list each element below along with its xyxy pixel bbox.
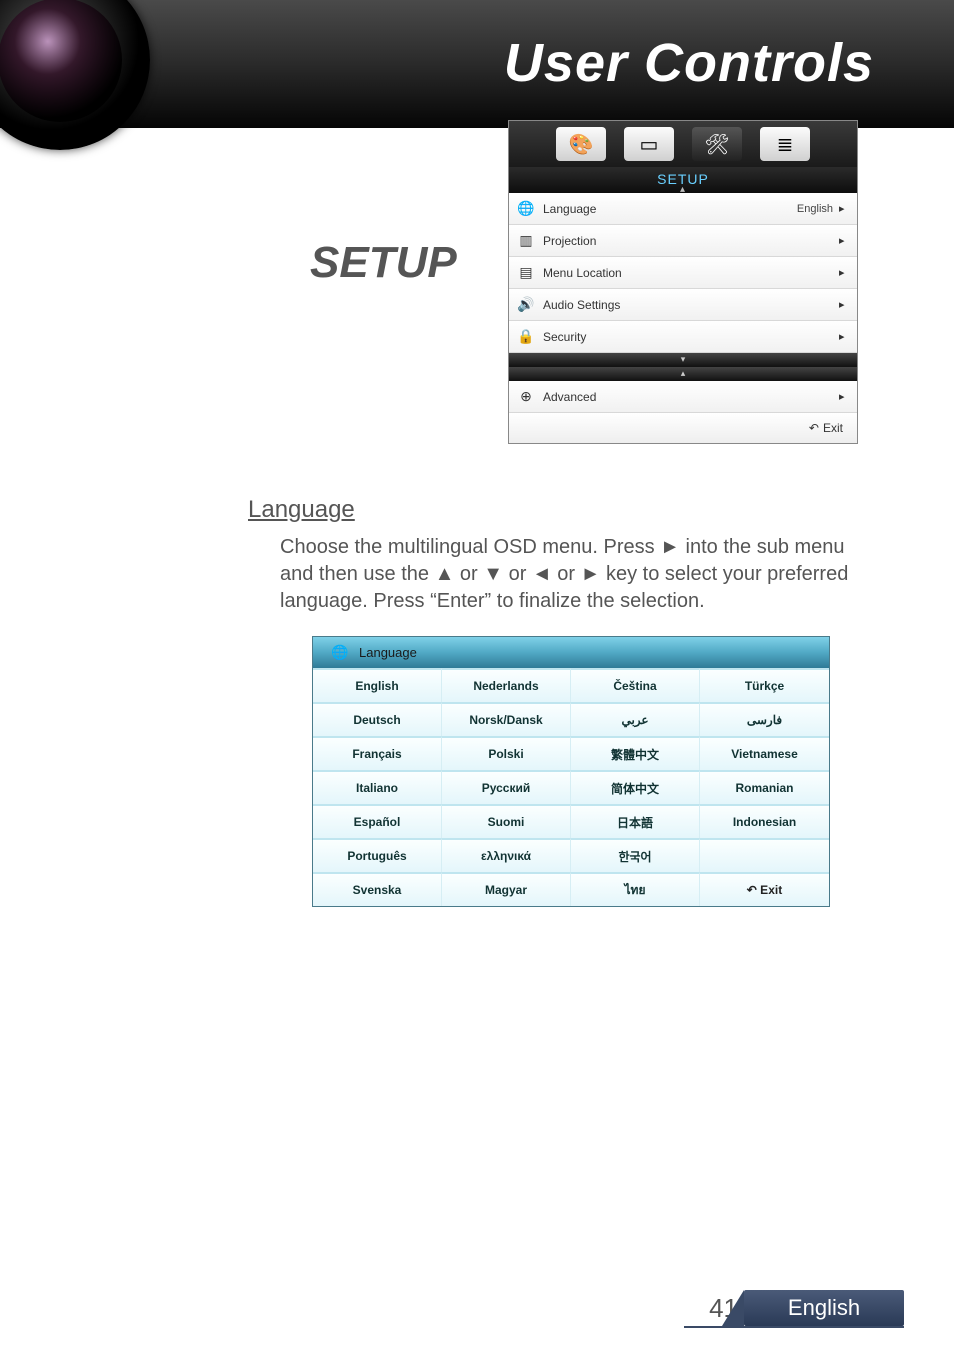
language-option[interactable]: عربي — [571, 702, 700, 736]
exit-row[interactable]: ↶ Exit — [509, 413, 857, 443]
language-option[interactable]: Svenska — [313, 872, 442, 906]
options-tab[interactable]: ≣ — [760, 127, 810, 161]
tools-icon: 🛠 — [704, 132, 729, 157]
globe-icon: 🌐 — [331, 644, 348, 661]
language-option[interactable]: Italiano — [313, 770, 442, 804]
row-label: Projection — [543, 234, 839, 248]
osd-setup-menu: 🎨 ▭ 🛠 ≣ SETUP 🌐 Language English ▸ ▥ Pro… — [508, 120, 858, 444]
chevron-right-icon: ▸ — [839, 266, 857, 279]
footer-language-tab: English — [744, 1290, 904, 1326]
language-option[interactable]: Magyar — [442, 872, 571, 906]
chevron-right-icon: ▸ — [839, 298, 857, 311]
language-option[interactable]: 日本語 — [571, 804, 700, 838]
image-tab[interactable]: 🎨 — [556, 127, 606, 161]
language-option[interactable]: Vietnamese — [700, 736, 829, 770]
language-option[interactable]: Suomi — [442, 804, 571, 838]
language-option — [700, 838, 829, 872]
language-option[interactable]: ไทย — [571, 872, 700, 906]
row-advanced[interactable]: ⊕ Advanced ▸ — [509, 381, 857, 413]
language-option[interactable]: English — [313, 668, 442, 702]
language-option[interactable]: Русский — [442, 770, 571, 804]
page-footer: 41 English — [709, 1290, 904, 1326]
display-tab[interactable]: ▭ — [624, 127, 674, 161]
row-label: Language — [543, 202, 797, 216]
language-grid: EnglishNederlandsČeštinaTürkçe DeutschNor… — [313, 668, 829, 906]
return-icon: ↶ — [809, 421, 819, 435]
scroll-down-indicator: ▾ — [509, 353, 857, 367]
language-paragraph: Choose the multilingual OSD menu. Press … — [248, 534, 878, 615]
language-option[interactable]: Norsk/Dansk — [442, 702, 571, 736]
location-icon: ▤ — [509, 264, 543, 281]
globe-icon: 🌐 — [509, 200, 543, 217]
plus-circle-icon: ⊕ — [509, 388, 543, 405]
language-option[interactable]: 简体中文 — [571, 770, 700, 804]
osd-heading: SETUP — [509, 167, 857, 193]
language-option[interactable]: Romanian — [700, 770, 829, 804]
osd-tabbar: 🎨 ▭ 🛠 ≣ — [509, 121, 857, 167]
language-option[interactable]: 한국어 — [571, 838, 700, 872]
chevron-right-icon: ▸ — [839, 330, 857, 343]
section-heading: SETUP — [310, 238, 457, 288]
language-option[interactable]: Türkçe — [700, 668, 829, 702]
chevron-right-icon: ▸ — [839, 202, 857, 215]
row-language[interactable]: 🌐 Language English ▸ — [509, 193, 857, 225]
row-label: Audio Settings — [543, 298, 839, 312]
row-projection[interactable]: ▥ Projection ▸ — [509, 225, 857, 257]
list-icon: ≣ — [777, 132, 794, 157]
palette-icon: 🎨 — [569, 132, 594, 157]
setup-tab[interactable]: 🛠 — [692, 127, 742, 161]
page-title: User Controls — [504, 32, 874, 94]
language-option[interactable]: ελληνικά — [442, 838, 571, 872]
language-option[interactable]: Español — [313, 804, 442, 838]
chevron-right-icon: ▸ — [839, 234, 857, 247]
language-option[interactable]: Polski — [442, 736, 571, 770]
row-label: Menu Location — [543, 266, 839, 280]
language-submenu-title: Language — [359, 645, 417, 660]
screen-icon: ▭ — [640, 132, 659, 157]
lock-icon: 🔒 — [509, 328, 543, 345]
audio-icon: 🔊 — [509, 296, 543, 313]
row-value: English — [797, 203, 839, 215]
footer-rule — [684, 1326, 904, 1328]
language-option[interactable]: Nederlands — [442, 668, 571, 702]
header-banner: User Controls — [0, 0, 954, 128]
language-heading: Language — [248, 496, 878, 524]
language-exit-button[interactable]: ↶ Exit — [700, 872, 829, 906]
language-option[interactable]: Français — [313, 736, 442, 770]
row-security[interactable]: 🔒 Security ▸ — [509, 321, 857, 353]
lens-image — [0, 0, 150, 150]
language-option[interactable]: Čeština — [571, 668, 700, 702]
language-option[interactable]: Português — [313, 838, 442, 872]
language-submenu-header: 🌐 Language — [313, 637, 829, 668]
scroll-up-indicator: ▴ — [509, 367, 857, 381]
body-section: Language Choose the multilingual OSD men… — [248, 496, 878, 615]
language-option[interactable]: Indonesian — [700, 804, 829, 838]
row-label: Advanced — [543, 390, 839, 404]
language-option[interactable]: 繁體中文 — [571, 736, 700, 770]
row-label: Security — [543, 330, 839, 344]
row-audio-settings[interactable]: 🔊 Audio Settings ▸ — [509, 289, 857, 321]
language-submenu: 🌐 Language EnglishNederlandsČeštinaTürkç… — [312, 636, 830, 907]
row-menu-location[interactable]: ▤ Menu Location ▸ — [509, 257, 857, 289]
language-option[interactable]: Deutsch — [313, 702, 442, 736]
chevron-right-icon: ▸ — [839, 390, 857, 403]
projection-icon: ▥ — [509, 232, 543, 249]
language-option[interactable]: فارسی — [700, 702, 829, 736]
exit-label: Exit — [823, 421, 843, 435]
